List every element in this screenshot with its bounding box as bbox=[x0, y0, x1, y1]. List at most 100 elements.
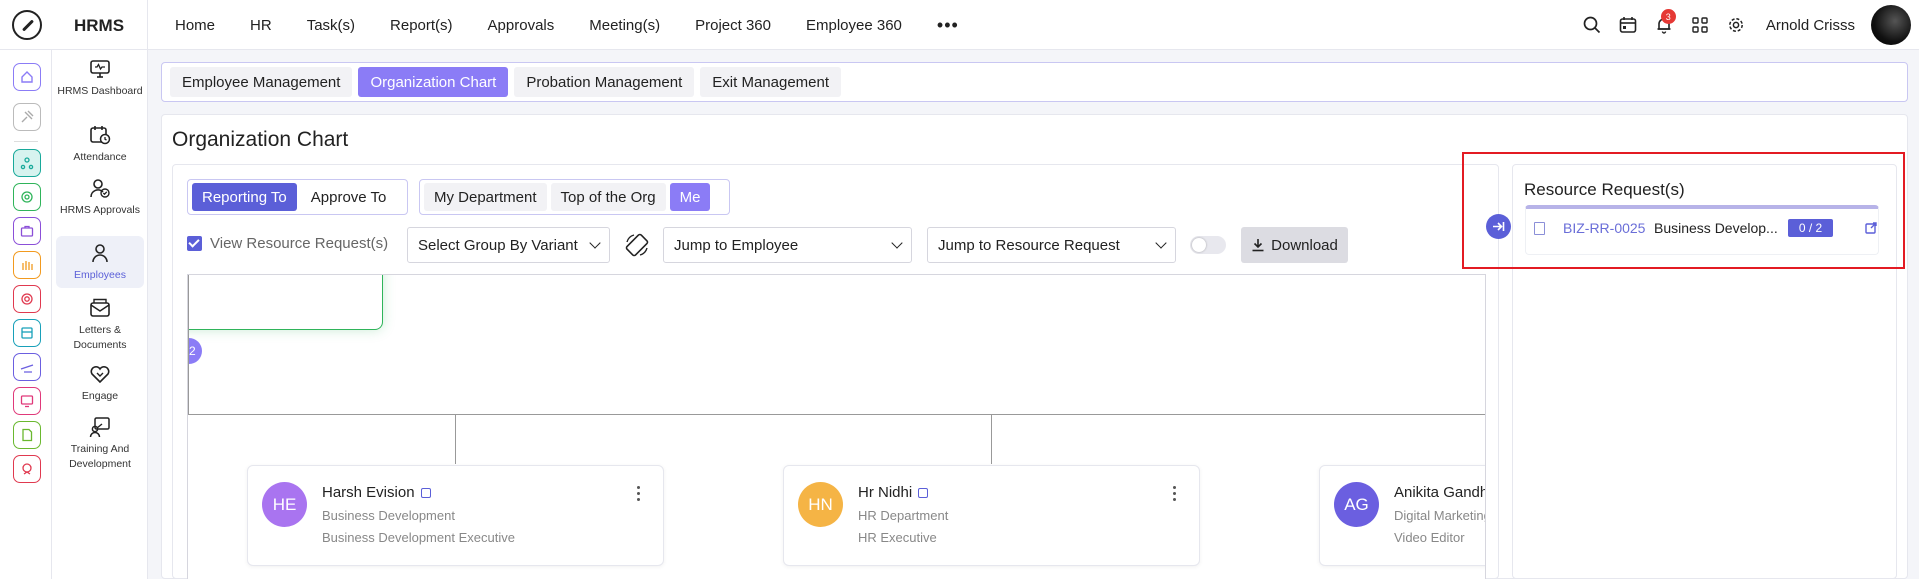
employee-card[interactable]: HE Harsh Evision Business Development Bu… bbox=[247, 465, 664, 566]
sidebar-item-hrms-approvals[interactable]: HRMS Approvals bbox=[56, 177, 144, 218]
resource-request-item[interactable]: BIZ-RR-0025 Business Develop... 0 / 2 bbox=[1525, 205, 1879, 255]
nav-meetings[interactable]: Meeting(s) bbox=[589, 17, 660, 34]
sidebar-item-engage[interactable]: Engage bbox=[56, 363, 144, 404]
target-module-icon[interactable] bbox=[13, 183, 41, 211]
employee-card[interactable]: HN Hr Nidhi HR Department HR Executive bbox=[783, 465, 1200, 566]
toggle-switch[interactable] bbox=[1190, 236, 1226, 254]
top-bar: HRMS Home HR Task(s) Report(s) Approvals… bbox=[0, 0, 1919, 50]
org-chart-canvas[interactable]: 22 HE Harsh Evision Business Development… bbox=[187, 274, 1486, 579]
briefcase-module-icon[interactable] bbox=[13, 217, 41, 245]
tab-organization-chart[interactable]: Organization Chart bbox=[358, 67, 509, 97]
connector-line bbox=[188, 414, 1485, 415]
tab-probation-management[interactable]: Probation Management bbox=[514, 67, 695, 97]
calendar-icon[interactable] bbox=[1610, 7, 1646, 43]
archive-module-icon[interactable] bbox=[13, 319, 41, 347]
divider bbox=[14, 141, 38, 142]
pin-icon[interactable] bbox=[13, 103, 41, 131]
sidebar-item-label: Letters & Documents bbox=[73, 324, 127, 351]
document-module-icon[interactable] bbox=[13, 421, 41, 449]
jump-to-resource-request-select[interactable]: Jump to Resource Request bbox=[927, 227, 1176, 263]
view-resource-request-checkbox-row[interactable]: View Resource Request(s) bbox=[187, 235, 388, 252]
sidebar-item-label: Engage bbox=[81, 390, 119, 402]
my-department-button[interactable]: My Department bbox=[424, 183, 547, 211]
org-node-current[interactable] bbox=[188, 275, 383, 330]
view-resource-request-label: View Resource Request(s) bbox=[210, 235, 389, 252]
employee-role: Video Editor bbox=[1394, 530, 1465, 545]
download-button[interactable]: Download bbox=[1241, 227, 1348, 263]
sidebar-item-label: Employees bbox=[74, 269, 126, 281]
resource-request-title: Resource Request(s) bbox=[1524, 180, 1685, 199]
gear-icon[interactable] bbox=[1718, 7, 1754, 43]
tab-exit-management[interactable]: Exit Management bbox=[700, 67, 842, 97]
chevron-down-icon bbox=[589, 237, 601, 249]
main-nav: Home HR Task(s) Report(s) Approvals Meet… bbox=[175, 0, 959, 50]
employee-card[interactable]: AG Anikita Gandhi Digital Marketing Vide… bbox=[1319, 465, 1486, 566]
hrms-sidebar: HRMS Dashboard Attendance HRMS Approvals… bbox=[52, 50, 148, 579]
travel-module-icon[interactable] bbox=[13, 353, 41, 381]
nav-more-icon[interactable]: ••• bbox=[937, 15, 959, 36]
nav-approvals[interactable]: Approvals bbox=[488, 17, 555, 34]
group-by-variant-select[interactable]: Select Group By Variant bbox=[407, 227, 610, 263]
collapse-panel-icon[interactable] bbox=[1486, 214, 1511, 239]
document-icon bbox=[1534, 222, 1545, 235]
user-name[interactable]: Arnold Crisss bbox=[1766, 17, 1855, 34]
scope-toggle: My Department Top of the Org Me bbox=[419, 179, 730, 215]
download-icon bbox=[1252, 239, 1264, 252]
nav-reports[interactable]: Report(s) bbox=[390, 17, 453, 34]
resource-request-code[interactable]: BIZ-RR-0025 bbox=[1563, 220, 1645, 236]
nav-employee-360[interactable]: Employee 360 bbox=[806, 17, 902, 34]
employee-department: Digital Marketing bbox=[1394, 508, 1486, 523]
nav-project-360[interactable]: Project 360 bbox=[695, 17, 771, 34]
employee-name[interactable]: Hr Nidhi bbox=[858, 484, 929, 501]
sidebar-item-hrms-dashboard[interactable]: HRMS Dashboard bbox=[56, 58, 144, 99]
apps-grid-icon[interactable] bbox=[1682, 7, 1718, 43]
employee-name[interactable]: Anikita Gandhi bbox=[1394, 484, 1485, 501]
avatar[interactable] bbox=[1871, 5, 1911, 45]
jump-to-employee-select[interactable]: Jump to Employee bbox=[663, 227, 912, 263]
node-children-count[interactable]: 22 bbox=[188, 338, 202, 364]
nav-home[interactable]: Home bbox=[175, 17, 215, 34]
view-resource-request-checkbox[interactable] bbox=[187, 236, 202, 251]
me-button[interactable]: Me bbox=[669, 183, 711, 211]
nav-tasks[interactable]: Task(s) bbox=[307, 17, 355, 34]
avatar: AG bbox=[1334, 482, 1379, 527]
external-link-icon[interactable] bbox=[918, 488, 929, 499]
bell-icon[interactable]: 3 bbox=[1646, 7, 1682, 43]
external-link-icon[interactable] bbox=[1865, 221, 1877, 239]
home-module-icon[interactable] bbox=[13, 63, 41, 91]
sidebar-item-attendance[interactable]: Attendance bbox=[56, 124, 144, 165]
app-logo-icon[interactable] bbox=[12, 10, 42, 40]
handshake-icon bbox=[90, 365, 110, 384]
download-label: Download bbox=[1271, 236, 1338, 254]
sidebar-item-label: HRMS Approvals bbox=[60, 204, 140, 216]
employee-name[interactable]: Harsh Evision bbox=[322, 484, 431, 501]
sidebar-item-training-development[interactable]: Training And Development bbox=[56, 416, 144, 472]
rotate-icon[interactable] bbox=[624, 232, 650, 263]
nav-hr[interactable]: HR bbox=[250, 17, 272, 34]
notification-badge: 3 bbox=[1660, 9, 1676, 24]
user-icon bbox=[92, 244, 108, 263]
connector-line bbox=[188, 275, 189, 415]
external-link-icon[interactable] bbox=[420, 488, 431, 499]
search-icon[interactable] bbox=[1574, 7, 1610, 43]
tab-employee-management[interactable]: Employee Management bbox=[170, 67, 353, 97]
chevron-down-icon bbox=[1155, 237, 1167, 249]
sidebar-item-letters-documents[interactable]: Letters & Documents bbox=[56, 297, 144, 353]
kebab-menu-icon[interactable] bbox=[1173, 486, 1177, 504]
top-of-org-button[interactable]: Top of the Org bbox=[550, 183, 666, 211]
goal-module-icon[interactable] bbox=[13, 285, 41, 313]
support-module-icon[interactable] bbox=[13, 455, 41, 483]
sidebar-item-employees[interactable]: Employees bbox=[56, 236, 144, 288]
employee-department: Business Development bbox=[322, 508, 455, 523]
connector-line bbox=[991, 415, 992, 464]
org-module-icon[interactable] bbox=[13, 149, 41, 177]
approve-to-button[interactable]: Approve To bbox=[301, 183, 397, 211]
resource-request-count-badge: 0 / 2 bbox=[1788, 219, 1833, 237]
reporting-to-button[interactable]: Reporting To bbox=[192, 183, 297, 211]
sidebar-item-label: Attendance bbox=[73, 151, 127, 163]
monitor-module-icon[interactable] bbox=[13, 387, 41, 415]
kebab-menu-icon[interactable] bbox=[637, 486, 641, 504]
hands-module-icon[interactable] bbox=[13, 251, 41, 279]
module-rail bbox=[0, 50, 52, 579]
subtabs: Employee Management Organization Chart P… bbox=[161, 62, 1908, 102]
